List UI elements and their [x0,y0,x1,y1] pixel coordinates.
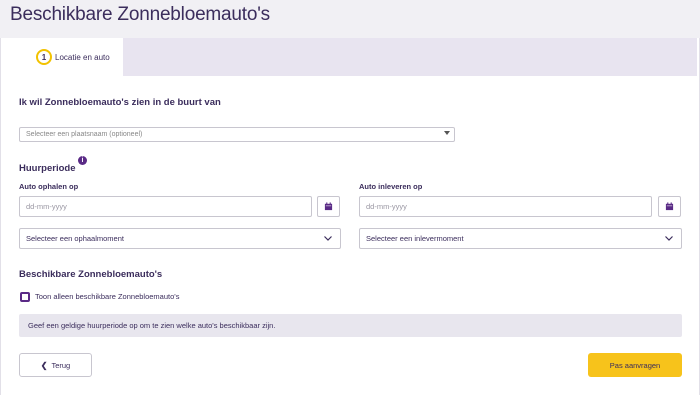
return-date-input[interactable]: dd-mm-yyyy [359,196,652,217]
only-available-checkbox[interactable] [20,292,30,302]
tabbar-filler [123,38,697,76]
request-pass-button[interactable]: Pas aanvragen [588,353,682,377]
chevron-left-icon: ❮ [40,360,48,370]
pickup-calendar-button[interactable] [317,196,340,217]
return-date-placeholder: dd-mm-yyyy [366,202,407,211]
pickup-moment-placeholder: Selecteer een ophaalmoment [26,234,124,243]
tab-label: Locatie en auto [55,52,110,62]
calendar-icon [324,202,333,211]
step-tabs: 1 Locatie en auto [1,38,700,76]
return-moment-select[interactable]: Selecteer een inlevermoment [359,228,682,249]
chevron-down-icon [665,236,673,241]
return-calendar-button[interactable] [658,196,681,217]
tab-locatie-en-auto[interactable]: 1 Locatie en auto [1,38,123,76]
calendar-icon [665,202,674,211]
rental-heading: Huurperiode [19,163,76,174]
available-heading: Beschikbare Zonnebloemauto's [19,269,163,280]
pickup-date-input[interactable]: dd-mm-yyyy [19,196,312,217]
pickup-moment-select[interactable]: Selecteer een ophaalmoment [19,228,341,249]
page-title: Beschikbare Zonnebloemauto's [10,4,270,25]
return-moment-placeholder: Selecteer een inlevermoment [366,234,464,243]
chevron-down-icon [324,236,332,241]
info-icon[interactable]: i [78,156,87,165]
back-button-label: Terug [51,360,71,370]
pickup-label: Auto ophalen op [19,182,79,191]
form-card: 1 Locatie en auto Ik wil Zonnebloemauto'… [0,38,700,395]
pickup-date-placeholder: dd-mm-yyyy [26,202,67,211]
back-button[interactable]: ❮ Terug [19,353,92,377]
location-select-placeholder: Selecteer een plaatsnaam (optioneel) [26,131,143,138]
availability-notice: Geef een geldige huurperiode op om te zi… [19,314,682,337]
caret-down-icon [444,131,450,135]
return-label: Auto inleveren op [359,182,423,191]
location-select[interactable]: Selecteer een plaatsnaam (optioneel) [19,127,455,142]
step-number-badge: 1 [36,49,52,65]
only-available-label[interactable]: Toon alleen beschikbare Zonnebloemauto's [35,292,179,301]
location-heading: Ik wil Zonnebloemauto's zien in de buurt… [19,97,221,108]
